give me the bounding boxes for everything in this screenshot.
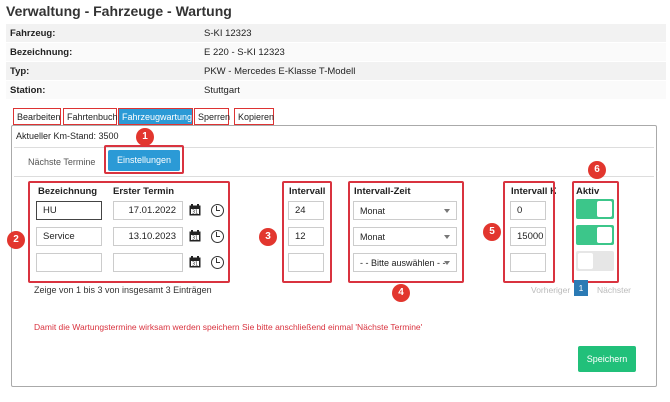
info-label: Bezeichnung: [10, 47, 73, 58]
chevron-down-icon [444, 235, 450, 239]
erster-termin-input[interactable]: 17.01.2022 [113, 201, 183, 220]
intervall-input[interactable] [288, 253, 324, 272]
subtab-divider [14, 176, 654, 177]
intervall-km-input[interactable]: 15000 [510, 227, 546, 246]
chevron-down-icon [444, 261, 450, 265]
clock-icon[interactable] [211, 204, 224, 217]
annotation-badge-1: 1 [136, 128, 154, 146]
toggle-knob [597, 201, 612, 217]
info-label: Typ: [10, 66, 30, 77]
bezeichnung-input[interactable]: Service [36, 227, 102, 246]
info-row-bezeichnung: Bezeichnung: E 220 - S-KI 12323 [6, 43, 666, 61]
info-value: Stuttgart [204, 85, 240, 96]
subtab-naechste-termine[interactable]: Nächste Termine [28, 157, 95, 167]
chevron-down-icon [444, 209, 450, 213]
erster-termin-input[interactable] [113, 253, 183, 272]
save-button[interactable]: Speichern [578, 346, 636, 372]
annotation-badge-4: 4 [392, 284, 410, 302]
intervall-zeit-select[interactable]: - - Bitte auswählen - - [353, 253, 457, 272]
svg-text:31: 31 [192, 262, 198, 268]
maintenance-page: Verwaltung - Fahrzeuge - Wartung Fahrzeu… [0, 0, 670, 402]
erster-termin-input[interactable]: 13.10.2023 [113, 227, 183, 246]
intervall-input[interactable]: 24 [288, 201, 324, 220]
page-title: Verwaltung - Fahrzeuge - Wartung [6, 3, 232, 19]
intervall-km-input[interactable] [510, 253, 546, 272]
info-value: PKW - Mercedes E-Klasse T-Modell [204, 66, 356, 77]
pagination-page-1[interactable]: 1 [574, 280, 588, 296]
tab-sperren[interactable]: Sperren [194, 108, 230, 125]
annotation-badge-6: 6 [588, 161, 606, 179]
info-label: Fahrzeug: [10, 28, 56, 39]
svg-text:31: 31 [192, 236, 198, 242]
aktiv-toggle[interactable] [576, 199, 614, 219]
bezeichnung-input[interactable] [36, 253, 102, 272]
subtab-einstellungen[interactable]: Einstellungen [108, 150, 180, 171]
intervall-input[interactable]: 12 [288, 227, 324, 246]
intervall-zeit-select[interactable]: Monat [353, 227, 457, 246]
intervall-zeit-value: - - Bitte auswählen - - [360, 258, 446, 268]
calendar-icon[interactable]: 31 [189, 256, 201, 268]
info-value: S-KI 12323 [204, 28, 252, 39]
annotation-badge-2: 2 [7, 231, 25, 249]
info-label: Station: [10, 85, 46, 96]
annotation-badge-5: 5 [483, 223, 501, 241]
clock-icon[interactable] [211, 256, 224, 269]
calendar-icon[interactable]: 31 [189, 204, 201, 216]
intervall-zeit-value: Monat [360, 232, 386, 242]
intervall-zeit-value: Monat [360, 206, 386, 216]
pagination-next[interactable]: Nächster [597, 285, 631, 295]
km-stand: Aktueller Km-Stand: 3500 [16, 131, 119, 141]
warning-text: Damit die Wartungstermine wirksam werden… [34, 322, 423, 332]
tab-fahrtenbuch[interactable]: Fahrtenbuch [63, 108, 118, 125]
aktiv-toggle[interactable] [576, 225, 614, 245]
tab-kopieren[interactable]: Kopieren [234, 108, 274, 125]
bezeichnung-input[interactable]: HU [36, 201, 102, 220]
tab-fahrzeugwartung[interactable]: Fahrzeugwartung [118, 108, 193, 125]
info-value: E 220 - S-KI 12323 [204, 47, 285, 58]
calendar-icon[interactable]: 31 [189, 230, 201, 242]
annotation-badge-3: 3 [259, 228, 277, 246]
info-row-fahrzeug: Fahrzeug: S-KI 12323 [6, 24, 666, 42]
pagination-prev[interactable]: Vorheriger [531, 285, 570, 295]
info-row-typ: Typ: PKW - Mercedes E-Klasse T-Modell [6, 62, 666, 80]
aktiv-toggle[interactable] [576, 251, 614, 271]
intervall-km-input[interactable]: 0 [510, 201, 546, 220]
toggle-knob [597, 227, 612, 243]
svg-text:31: 31 [192, 210, 198, 216]
intervall-zeit-select[interactable]: Monat [353, 201, 457, 220]
pagination-info: Zeige von 1 bis 3 von insgesamt 3 Einträ… [34, 285, 212, 295]
tab-bearbeiten[interactable]: Bearbeiten [13, 108, 61, 125]
clock-icon[interactable] [211, 230, 224, 243]
toggle-knob [578, 253, 593, 269]
info-row-station: Station: Stuttgart [6, 81, 666, 99]
